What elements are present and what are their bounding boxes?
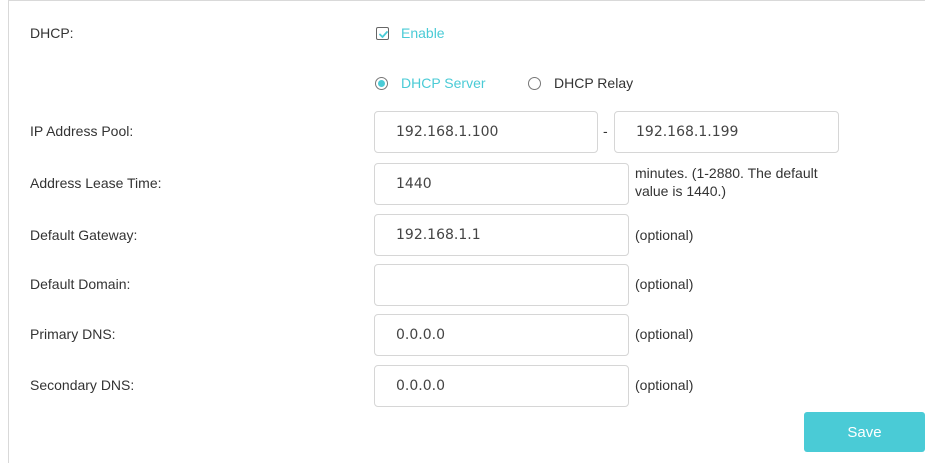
ip-pool-separator: - xyxy=(603,123,608,139)
ip-pool-start-input[interactable] xyxy=(374,111,598,153)
primary-dns-input[interactable] xyxy=(374,314,629,356)
default-gateway-label: Default Gateway: xyxy=(30,227,138,243)
checkmark-icon xyxy=(379,31,388,38)
ip-pool-label: IP Address Pool: xyxy=(30,123,134,139)
secondary-dns-input[interactable] xyxy=(374,365,629,407)
lease-time-input[interactable] xyxy=(374,163,629,205)
lease-hint-line-1: minutes. (1-2880. The default xyxy=(635,165,818,181)
default-domain-hint: (optional) xyxy=(635,276,694,292)
dhcp-relay-label[interactable]: DHCP Relay xyxy=(554,75,633,91)
dhcp-relay-radio[interactable] xyxy=(528,77,541,90)
dhcp-server-radio[interactable] xyxy=(375,77,388,90)
default-gateway-input[interactable] xyxy=(374,214,629,256)
lease-time-hint: minutes. (1-2880. The default value is 1… xyxy=(635,164,818,200)
dhcp-server-label[interactable]: DHCP Server xyxy=(401,75,486,91)
lease-time-label: Address Lease Time: xyxy=(30,175,162,191)
primary-dns-hint: (optional) xyxy=(635,326,694,342)
ip-pool-end-input[interactable] xyxy=(614,111,839,153)
secondary-dns-hint: (optional) xyxy=(635,377,694,393)
lease-hint-line-2: value is 1440.) xyxy=(635,183,727,199)
save-button[interactable]: Save xyxy=(804,412,925,452)
default-gateway-hint: (optional) xyxy=(635,227,694,243)
dhcp-label: DHCP: xyxy=(30,25,74,41)
dhcp-enable-checkbox[interactable] xyxy=(376,27,389,40)
default-domain-label: Default Domain: xyxy=(30,276,131,292)
radio-selected-dot xyxy=(378,80,385,87)
default-domain-input[interactable] xyxy=(374,264,629,306)
primary-dns-label: Primary DNS: xyxy=(30,326,116,342)
secondary-dns-label: Secondary DNS: xyxy=(30,377,135,393)
dhcp-enable-label[interactable]: Enable xyxy=(401,25,445,41)
